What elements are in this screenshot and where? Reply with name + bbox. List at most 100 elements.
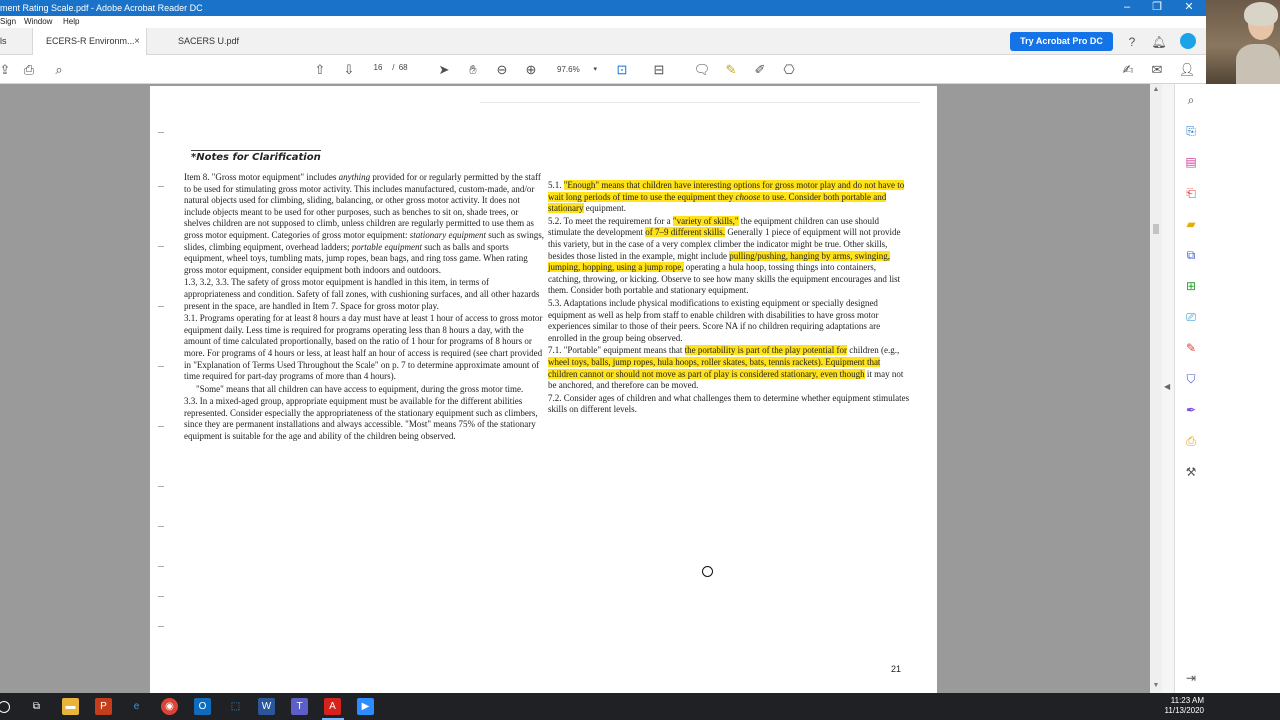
help-icon[interactable]: ? [1124,34,1140,50]
menu-help[interactable]: Help [63,16,79,28]
note-paragraph: 3.3. In a mixed-aged group, appropriate … [184,396,546,442]
zoom-in-icon[interactable]: ⊕ [522,61,540,79]
note-text: 7.1. "Portable" equipment means that [548,345,685,356]
scan-icon[interactable]: ⎚ [1183,309,1199,325]
email-icon[interactable]: ✉ [1148,61,1166,79]
tab-ecers[interactable]: ECERS-R Environm... × [32,28,147,55]
compress-icon[interactable]: ⊞ [1183,278,1199,294]
webcam-thumbnail [1206,0,1280,84]
pdf-page: *Notes for Clarification Item 8. "Gross … [150,86,937,693]
note-text: 3.1. Programs operating for at least 8 h… [184,313,543,382]
chrome-icon[interactable]: ◉ [161,698,178,715]
mouse-cursor [702,566,713,577]
combine-files-icon[interactable]: ⧉ [1183,247,1199,263]
word-icon[interactable]: W [258,698,275,715]
note-paragraph: "Some" means that all children can have … [184,384,546,396]
store-icon[interactable]: ⬚ [227,698,244,715]
note-text: 5.3. Adaptations include physical modifi… [548,297,881,343]
note-text: 3.3. In a mixed-aged group, appropriate … [184,396,538,442]
note-text: 5.1. [548,180,564,190]
draw-icon[interactable]: ✐ [751,61,769,79]
scroll-up-icon[interactable]: ▲ [1150,86,1162,93]
create-pdf-icon[interactable]: ⎘ [1183,123,1199,139]
highlight-icon[interactable]: ✎ [722,61,740,79]
close-window-button[interactable]: ✕ [1174,0,1204,16]
vertical-scrollbar[interactable]: ▲ ▼ [1150,84,1162,693]
task-view-icon[interactable]: ⧉ [28,698,45,715]
tab-tools[interactable]: ls [0,28,30,55]
export-pdf-icon[interactable]: ⎗ [1183,185,1199,201]
comment-icon[interactable]: 🗨︎ [693,61,711,79]
highlighted-text: the portability is part of the play pote… [684,345,848,356]
toolbar: ⇪ ⎙ ⌕ ⇧ ⇩ 16 / 68 ➤ ✋︎ ⊖ ⊕ 97.6% ▾ ⊡ ⊟ 🗨… [0,55,1206,84]
try-acrobat-pro-button[interactable]: Try Acrobat Pro DC [1010,32,1113,51]
minimize-button[interactable]: – [1112,0,1142,16]
maximize-button[interactable]: ❐ [1142,0,1172,16]
outlook-icon[interactable]: O [194,698,211,715]
collapse-arrow-icon[interactable]: ◀ [1164,382,1170,391]
collapse-panel-icon[interactable]: ⇥ [1183,670,1199,686]
scan-line [480,102,920,103]
protect-icon[interactable]: ⛉ [1183,371,1199,387]
send-for-review-icon[interactable]: ⎙ [1183,433,1199,449]
note-paragraph: 7.2. Consider ages of children and what … [548,393,910,416]
scroll-mode-icon[interactable]: ⊟ [650,61,668,79]
fit-page-icon[interactable]: ⊡ [613,61,631,79]
tab-ecers-label: ECERS-R Environm... [46,36,135,46]
page-down-icon[interactable]: ⇩ [340,61,358,79]
note-paragraph: 5.3. Adaptations include physical modifi… [548,298,910,344]
powerpoint-icon[interactable]: P [95,698,112,715]
menu-window[interactable]: Window [24,16,52,28]
page-navigator: 16 / 68 [366,63,408,72]
notes-title: *Notes for Clarification [191,150,321,163]
system-clock[interactable]: 11:23 AM 11/13/2020 [1158,696,1204,716]
notifications-icon[interactable]: 🔔︎ [1151,34,1167,50]
select-cursor-icon[interactable]: ➤ [435,61,453,79]
hand-tool-icon[interactable]: ✋︎ [464,61,482,79]
acrobat-icon[interactable]: A [324,698,341,715]
more-tools-icon[interactable]: ⚒ [1183,464,1199,480]
cortana-icon[interactable] [0,701,10,713]
tab-bar: ls ECERS-R Environm... × SACERS U.pdf Tr… [0,28,1206,55]
scroll-thumb[interactable] [1153,224,1159,234]
comment-panel-icon[interactable]: ▰ [1183,216,1199,232]
page-separator: / [392,63,395,72]
note-text: 7.2. Consider ages of children and what … [548,392,910,415]
note-text: 5.2. To meet the requirement for a [548,215,673,226]
add-user-icon[interactable]: 👤︎ [1178,61,1196,79]
file-explorer-icon[interactable]: ▬ [62,698,79,715]
note-text: anything [338,172,371,182]
tab-sacers[interactable]: SACERS U.pdf [148,28,258,55]
highlighted-text: choose [735,191,761,202]
zoom-select[interactable]: 97.6% ▾ [553,62,599,78]
organize-pages-icon[interactable]: ▤ [1183,154,1199,170]
tab-sacers-label: SACERS U.pdf [178,36,240,46]
tab-close-icon[interactable]: × [134,28,140,55]
print-icon[interactable]: ⎙ [20,61,38,79]
note-paragraph: 5.2. To meet the requirement for a "vari… [548,215,910,297]
fill-sign-panel-icon[interactable]: ✒ [1183,402,1199,418]
panel-collapse-strip[interactable]: ◀ [1162,84,1174,693]
edit-pdf-icon[interactable]: ✎ [1183,340,1199,356]
zoom-app-icon[interactable]: ▶ [357,698,374,715]
search-icon[interactable]: ⌕ [50,61,68,79]
highlighted-text: of 7–9 different skills. [645,227,726,238]
note-text: stationary equipment [409,229,486,240]
stamp-icon[interactable]: ⎔ [780,61,798,79]
document-viewport[interactable]: *Notes for Clarification Item 8. "Gross … [0,84,1162,693]
zoom-search-icon[interactable]: ⌕ [1183,92,1199,108]
teams-icon[interactable]: T [291,698,308,715]
zoom-out-icon[interactable]: ⊖ [493,61,511,79]
page-up-icon[interactable]: ⇧ [311,61,329,79]
current-page-input[interactable]: 16 [366,63,390,72]
screen: ment Rating Scale.pdf - Adobe Acrobat Re… [0,0,1280,720]
account-avatar[interactable] [1180,33,1196,49]
scroll-down-icon[interactable]: ▼ [1150,682,1162,689]
fill-sign-icon[interactable]: ✍︎ [1119,61,1137,79]
note-text: 1.3, 3.2, 3.3. The safety of gross motor… [184,277,540,311]
menu-sign[interactable]: Sign [0,16,16,28]
zoom-value: 97.6% [557,65,580,74]
share-icon[interactable]: ⇪ [0,61,14,79]
notes-left-column: Item 8. "Gross motor equipment" includes… [184,172,546,444]
edge-icon[interactable]: e [128,698,145,715]
